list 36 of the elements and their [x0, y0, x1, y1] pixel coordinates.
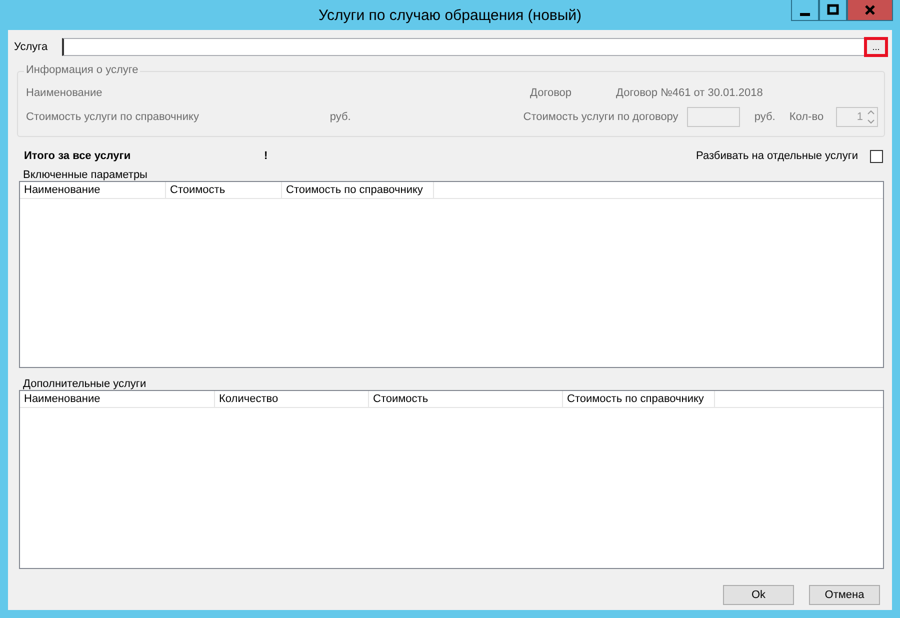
- field-label: Стоимость услуги по договору: [523, 111, 680, 123]
- maximize-button[interactable]: [819, 0, 847, 21]
- group-legend: Дополнительные услуги: [14, 378, 885, 390]
- split-label: Разбивать на отдельные услуги: [696, 150, 858, 162]
- split-checkbox[interactable]: [870, 150, 883, 162]
- field-label: Стоимость услуги по справочнику: [26, 111, 200, 123]
- ok-button[interactable]: Ok: [723, 585, 794, 605]
- group-legend: Информация о услуге: [24, 64, 140, 76]
- minimize-button[interactable]: [791, 0, 819, 21]
- column-header[interactable]: Количество: [215, 391, 369, 407]
- contract-value: Договор №461 от 30.01.2018: [616, 87, 763, 99]
- contract-price-field[interactable]: [687, 107, 740, 127]
- group-legend: Включенные параметры: [14, 169, 885, 181]
- field-label: Договор: [530, 87, 573, 99]
- column-header[interactable]: Стоимость по справочнику: [282, 182, 434, 198]
- minimize-icon: [800, 12, 810, 16]
- currency-label: руб.: [754, 111, 776, 123]
- close-button[interactable]: [847, 0, 893, 21]
- quantity-label: Кол-во: [789, 111, 824, 123]
- window-title: Услуги по случаю обращения (новый): [318, 6, 582, 24]
- column-header[interactable]: Стоимость: [166, 182, 282, 198]
- column-header[interactable]: Стоимость по справочнику: [563, 391, 715, 407]
- close-icon: [864, 4, 876, 16]
- maximize-icon: [827, 4, 839, 16]
- column-header[interactable]: Стоимость: [369, 391, 563, 407]
- total-label: Итого за все услуги: [24, 150, 132, 162]
- browse-button[interactable]: ...: [864, 37, 888, 57]
- currency-label: руб.: [330, 111, 352, 123]
- field-label: Наименование: [26, 87, 104, 99]
- column-header[interactable]: Наименование: [20, 391, 215, 407]
- service-field[interactable]: ...: [62, 38, 885, 56]
- column-header[interactable]: Наименование: [20, 182, 166, 198]
- service-label: Услуга: [14, 41, 49, 53]
- total-value: !: [264, 150, 268, 162]
- spinner-arrows-icon: [865, 108, 878, 126]
- cancel-button[interactable]: Отмена: [809, 585, 880, 605]
